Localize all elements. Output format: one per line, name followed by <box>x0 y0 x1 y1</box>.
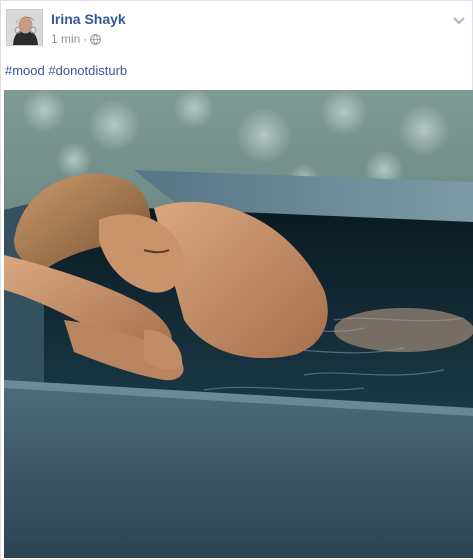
post-caption: #mood #donotdisturb <box>5 63 127 78</box>
post-header: Irina Shayk 1 min · <box>1 1 472 53</box>
hashtag-mood-link[interactable]: #mood <box>5 63 45 78</box>
meta-separator: · <box>83 32 88 46</box>
post-photo[interactable] <box>4 90 473 558</box>
author-avatar[interactable] <box>6 9 43 46</box>
post-meta: 1 min · <box>51 32 102 46</box>
author-name-link[interactable]: Irina Shayk <box>51 11 126 27</box>
hashtag-donotdisturb-link[interactable]: #donotdisturb <box>48 63 127 78</box>
globe-icon[interactable] <box>90 33 102 45</box>
chevron-down-icon[interactable] <box>452 13 466 25</box>
feed-post: Irina Shayk 1 min · #mood #donotdisturb <box>0 0 473 560</box>
post-timestamp[interactable]: 1 min <box>51 32 80 46</box>
